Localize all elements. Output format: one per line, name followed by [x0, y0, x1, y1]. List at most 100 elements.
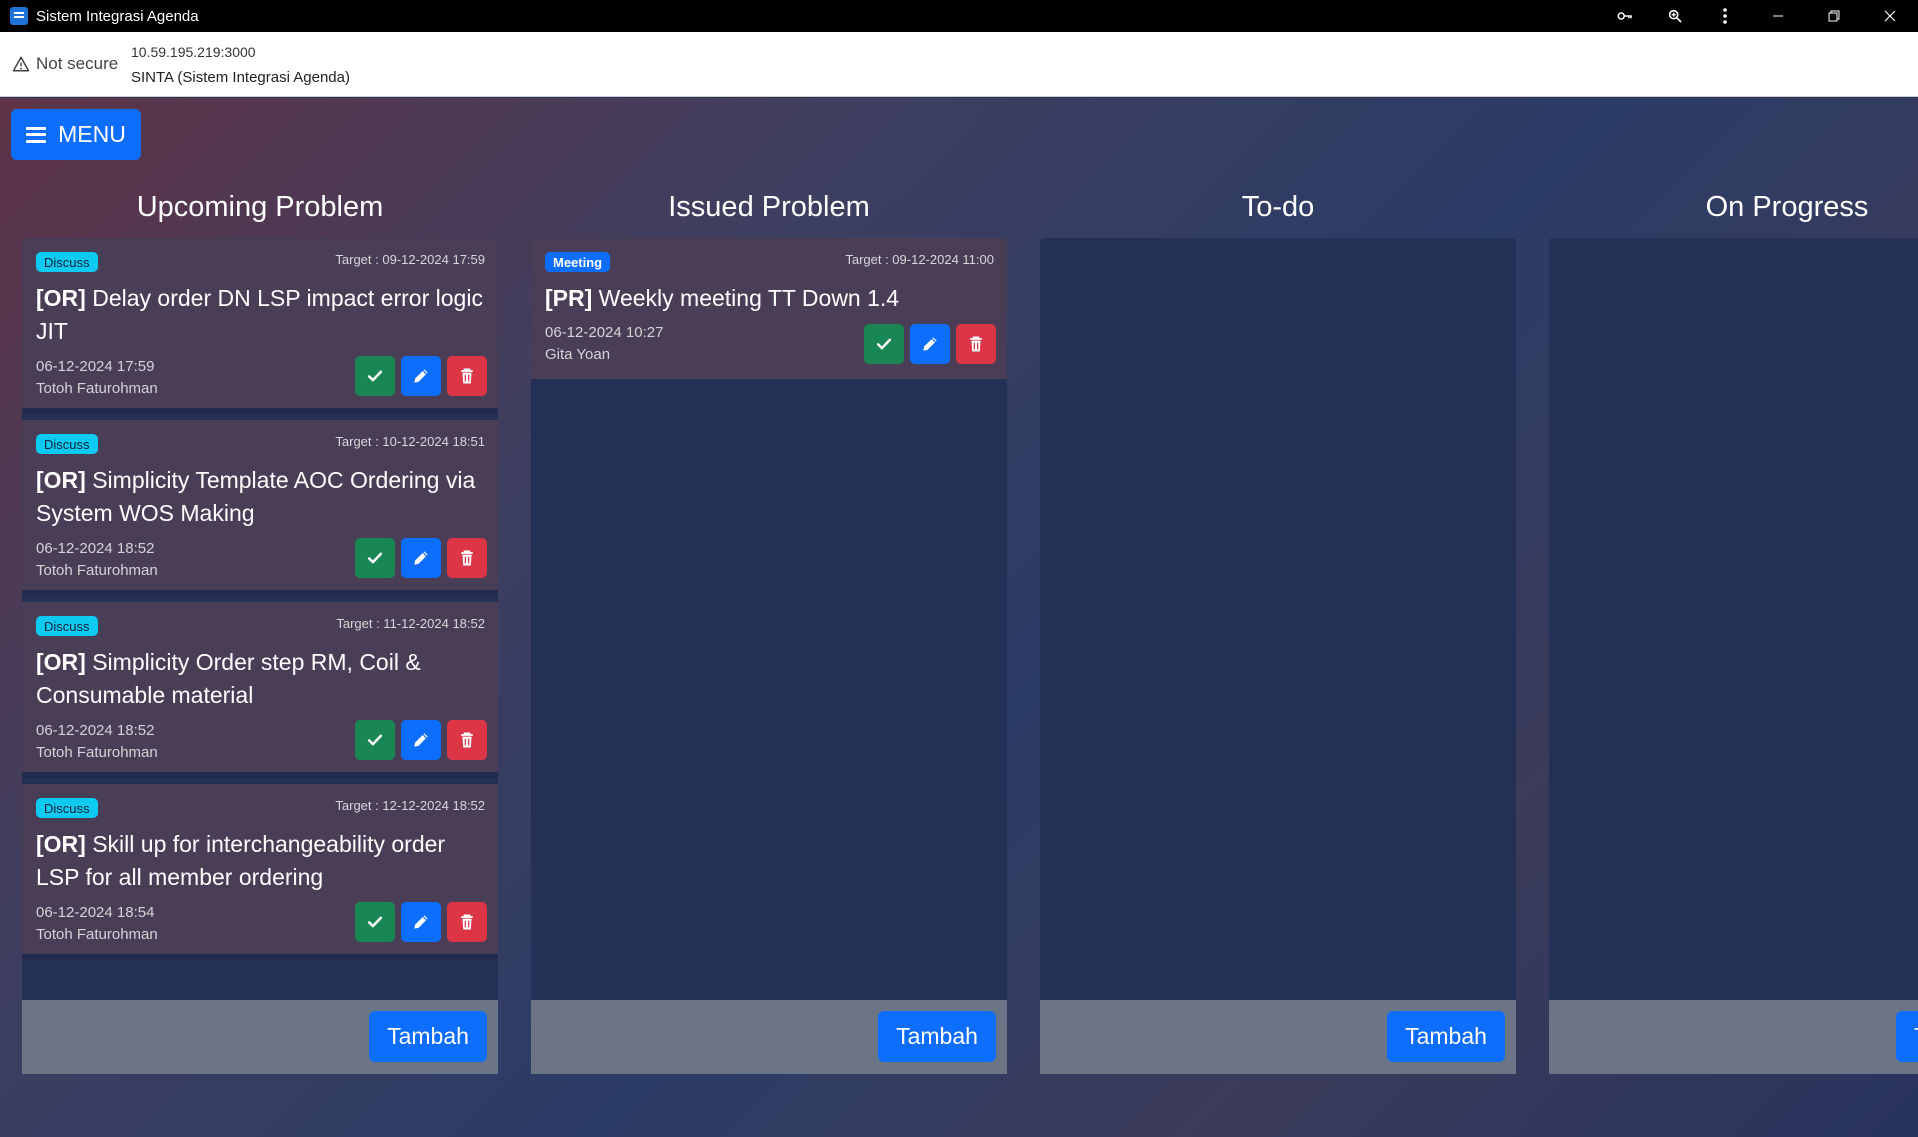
delete-button[interactable] [447, 720, 487, 760]
created-date: 06-12-2024 17:59 [36, 358, 155, 375]
url-text[interactable]: 10.59.195.219:3000 [131, 44, 256, 60]
complete-button[interactable] [355, 720, 395, 760]
card-tag: [OR] [36, 831, 86, 857]
add-button[interactable]: Tambah [878, 1011, 996, 1062]
author-name: Totoh Faturohman [36, 562, 158, 579]
add-button[interactable]: Tambah [369, 1011, 487, 1062]
delete-button[interactable] [447, 356, 487, 396]
close-icon[interactable] [1862, 0, 1918, 32]
complete-button[interactable] [864, 324, 904, 364]
more-vert-icon[interactable] [1700, 0, 1750, 32]
card-title: [OR] Simplicity Order step RM, Coil & Co… [36, 646, 486, 712]
category-badge: Discuss [36, 798, 98, 818]
card-tag: [PR] [545, 285, 593, 311]
author-name: Totoh Faturohman [36, 744, 158, 761]
pencil-icon [923, 337, 937, 351]
created-date: 06-12-2024 18:52 [36, 540, 155, 557]
pencil-icon [414, 915, 428, 929]
column-footer: Tambah [531, 1000, 1007, 1074]
category-badge: Discuss [36, 434, 98, 454]
complete-button[interactable] [355, 538, 395, 578]
window-title-bar: Sistem Integrasi Agenda [0, 0, 1918, 32]
category-badge: Meeting [545, 252, 611, 272]
edit-button[interactable] [401, 720, 441, 760]
column-to-do: To-do Tambah [1040, 98, 1516, 1078]
trash-icon [461, 914, 473, 930]
trash-icon [970, 336, 982, 352]
trash-icon [461, 550, 473, 566]
minimize-icon[interactable] [1750, 0, 1806, 32]
column-card-list: Meeting Target : 09-12-2024 11:00 [PR] W… [531, 238, 1007, 1000]
agenda-card[interactable]: Meeting Target : 09-12-2024 11:00 [PR] W… [531, 238, 1007, 379]
card-tag: [OR] [36, 285, 86, 311]
card-text: Simplicity Template AOC Ordering via Sys… [36, 467, 476, 526]
agenda-card[interactable]: Discuss Target : 09-12-2024 17:59 [OR] D… [22, 238, 498, 414]
column-title: Upcoming Problem [136, 191, 384, 223]
pencil-icon [414, 733, 428, 747]
complete-button[interactable] [355, 902, 395, 942]
card-text: Delay order DN LSP impact error logic JI… [36, 285, 483, 344]
key-icon[interactable] [1600, 0, 1650, 32]
card-title: [OR] Simplicity Template AOC Ordering vi… [36, 464, 486, 530]
agenda-card[interactable]: Discuss Target : 10-12-2024 18:51 [OR] S… [22, 420, 498, 596]
column-footer: Tambah [1040, 1000, 1516, 1074]
window-title: Sistem Integrasi Agenda [36, 7, 199, 25]
created-date: 06-12-2024 18:54 [36, 904, 155, 921]
complete-button[interactable] [355, 356, 395, 396]
card-title: [PR] Weekly meeting TT Down 1.4 [545, 282, 995, 315]
target-date: Target : 09-12-2024 17:59 [335, 252, 485, 267]
delete-button[interactable] [956, 324, 996, 364]
restore-icon[interactable] [1806, 0, 1862, 32]
trash-icon [461, 732, 473, 748]
warning-icon [12, 56, 30, 72]
add-button[interactable]: Tambah [1387, 1011, 1505, 1062]
column-footer: Tambah [1549, 1000, 1918, 1074]
card-title: [OR] Delay order DN LSP impact error log… [36, 282, 486, 348]
delete-button[interactable] [447, 538, 487, 578]
column-on-progress: On Progress Tambah [1549, 98, 1918, 1078]
author-name: Gita Yoan [545, 346, 611, 363]
edit-button[interactable] [910, 324, 950, 364]
edit-button[interactable] [401, 902, 441, 942]
card-text: Weekly meeting TT Down 1.4 [598, 285, 900, 311]
add-button[interactable]: Tambah [1896, 1011, 1918, 1062]
agenda-card[interactable]: Discuss Target : 11-12-2024 18:52 [OR] S… [22, 602, 498, 778]
author-name: Totoh Faturohman [36, 926, 158, 943]
card-text: Simplicity Order step RM, Coil & Consuma… [36, 649, 421, 708]
address-bar[interactable]: Not secure 10.59.195.219:3000 SINTA (Sis… [0, 32, 1918, 97]
check-icon [367, 734, 383, 746]
card-tag: [OR] [36, 649, 86, 675]
column-issued-problem: Issued Problem Meeting Target : 09-12-20… [531, 98, 1007, 1078]
column-title: Issued Problem [668, 191, 870, 223]
target-date: Target : 09-12-2024 11:00 [845, 252, 994, 267]
pencil-icon [414, 551, 428, 565]
category-badge: Discuss [36, 252, 98, 272]
check-icon [367, 916, 383, 928]
column-upcoming-problem: Upcoming Problem Discuss Target : 09-12-… [22, 98, 498, 1078]
category-badge: Discuss [36, 616, 98, 636]
edit-button[interactable] [401, 538, 441, 578]
security-indicator[interactable]: Not secure [12, 54, 118, 74]
pencil-icon [414, 369, 428, 383]
column-title: On Progress [1705, 191, 1869, 223]
agenda-card[interactable]: Discuss Target : 12-12-2024 18:52 [OR] S… [22, 784, 498, 960]
app-icon [10, 7, 28, 25]
target-date: Target : 11-12-2024 18:52 [336, 616, 485, 631]
column-card-list [1040, 238, 1516, 1000]
column-card-list: Discuss Target : 09-12-2024 17:59 [OR] D… [22, 238, 498, 1000]
security-label: Not secure [36, 54, 119, 73]
card-text: Skill up for interchangeability order LS… [36, 831, 446, 890]
author-name: Totoh Faturohman [36, 380, 158, 397]
card-tag: [OR] [36, 467, 86, 493]
created-date: 06-12-2024 18:52 [36, 722, 155, 739]
target-date: Target : 10-12-2024 18:51 [335, 434, 485, 449]
column-footer: Tambah [22, 1000, 498, 1074]
delete-button[interactable] [447, 902, 487, 942]
zoom-icon[interactable] [1650, 0, 1700, 32]
column-title: To-do [1241, 191, 1315, 223]
trash-icon [461, 368, 473, 384]
target-date: Target : 12-12-2024 18:52 [335, 798, 485, 813]
edit-button[interactable] [401, 356, 441, 396]
check-icon [367, 552, 383, 564]
page-title: SINTA (Sistem Integrasi Agenda) [131, 69, 350, 86]
